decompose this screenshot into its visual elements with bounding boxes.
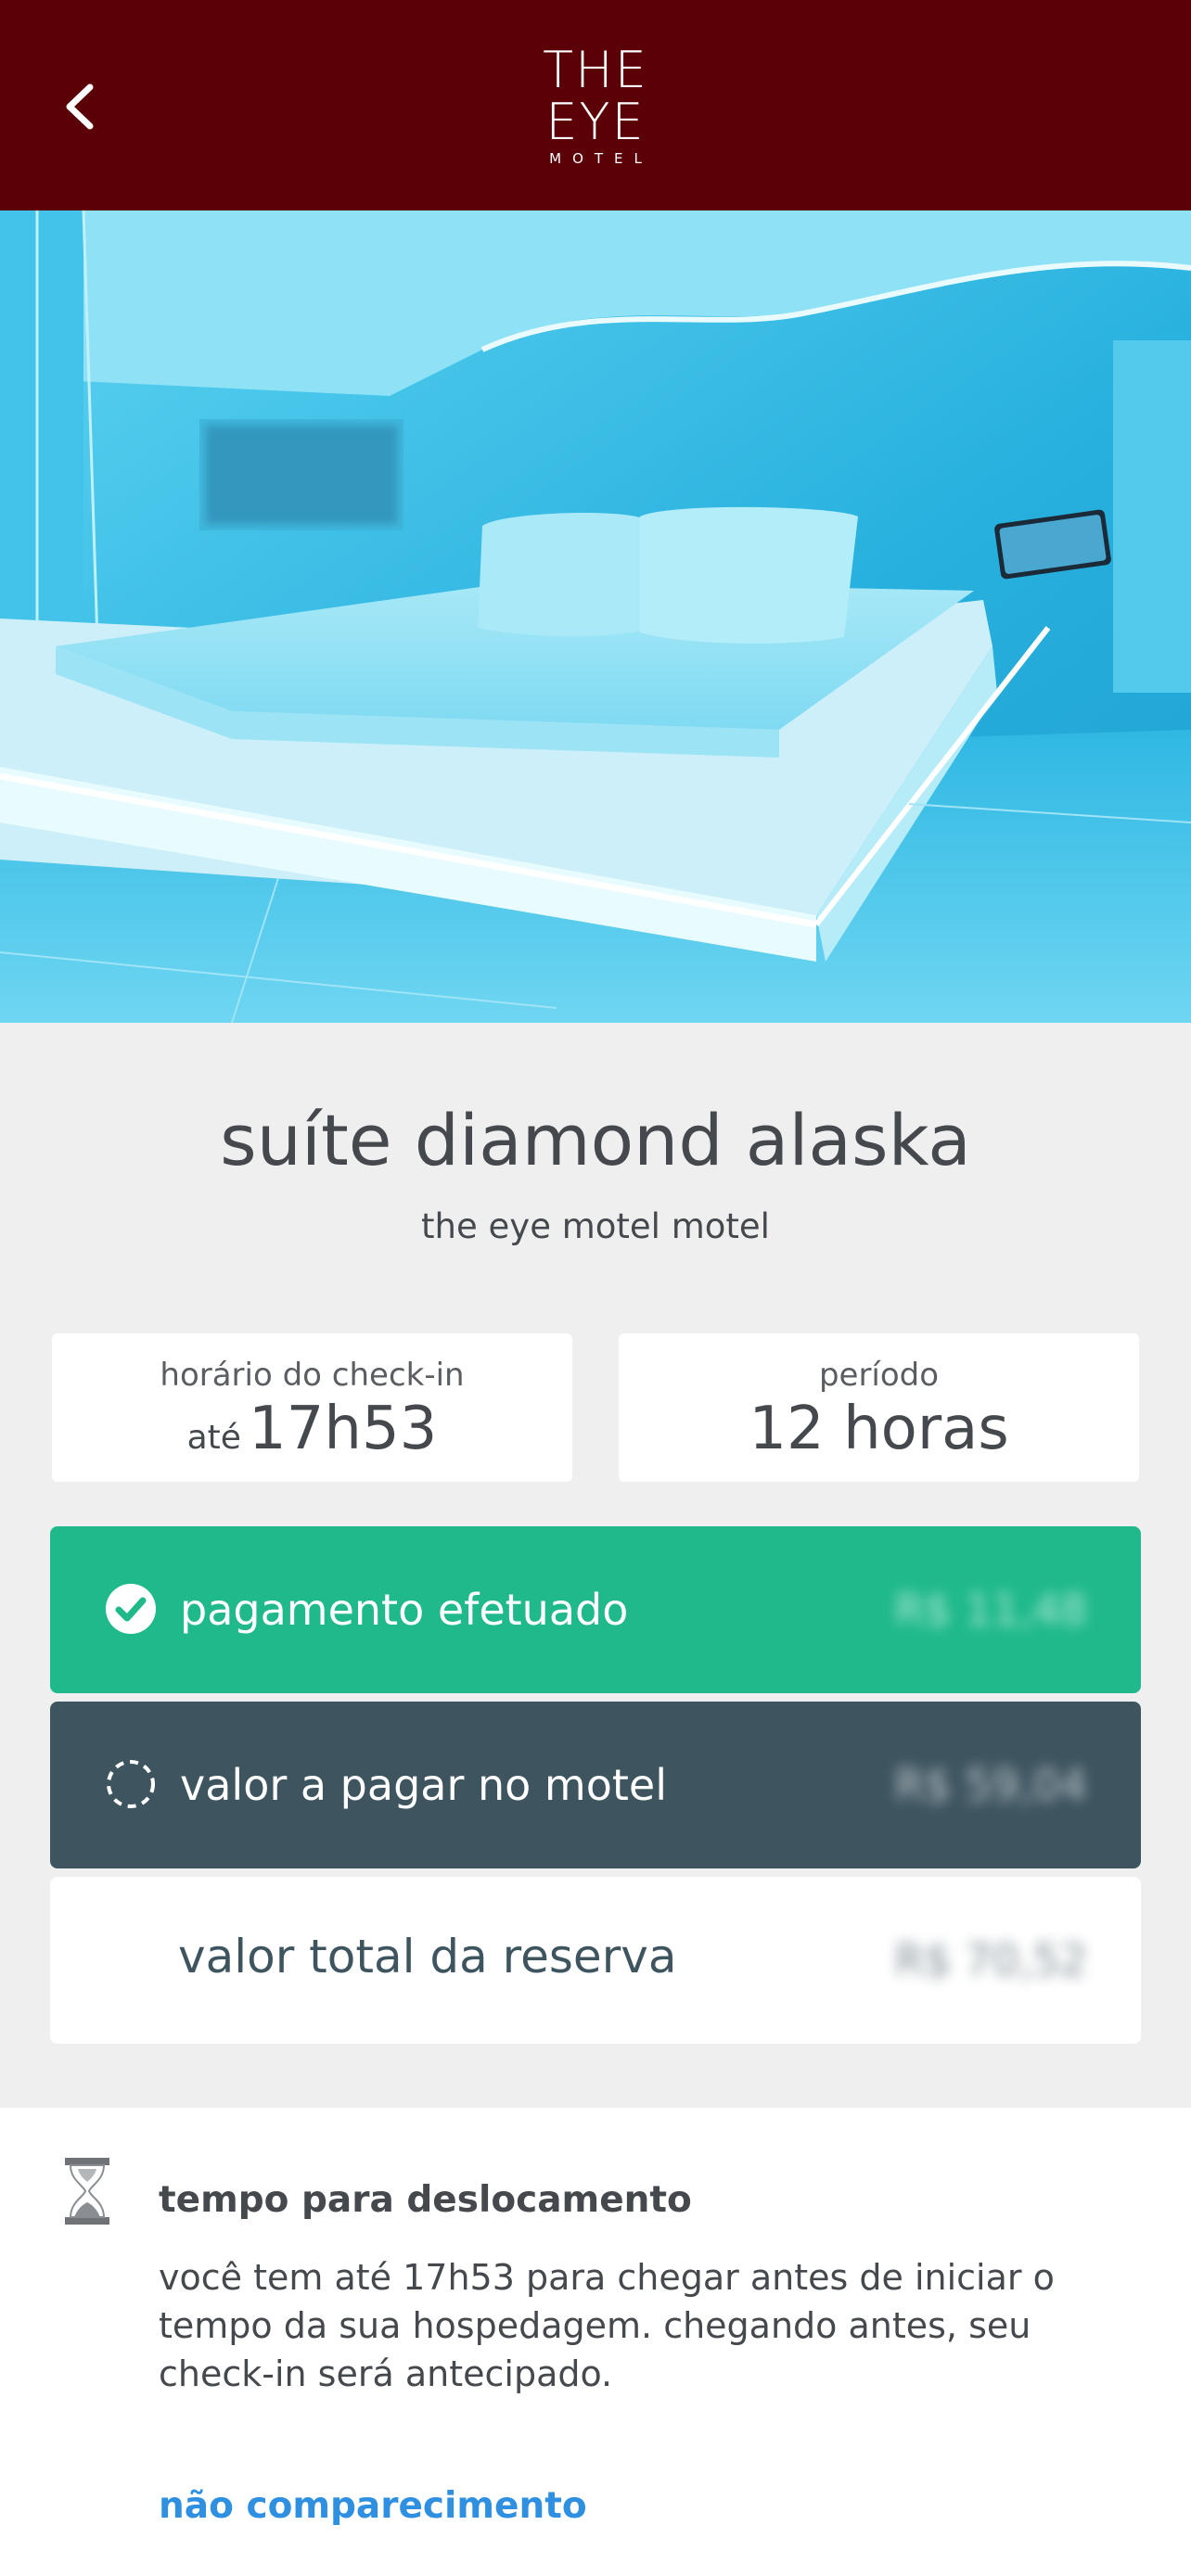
logo-line-2: EYE xyxy=(545,93,646,151)
room-photo-illustration xyxy=(0,210,1191,1023)
total-row: valor total da reserva R$ 70,52 xyxy=(50,1877,1141,2044)
checkin-prefix: até xyxy=(186,1419,241,1457)
travel-title: tempo para deslocamento xyxy=(159,2179,692,2221)
paid-row: pagamento efetuado R$ 11,48 xyxy=(50,1526,1141,1693)
checkin-time: 17h53 xyxy=(248,1395,438,1463)
travel-description: você tem até 17h53 para chegar antes de … xyxy=(159,2257,1055,2394)
dashed-circle-icon xyxy=(107,1760,155,1808)
pending-amount: R$ 59,04 xyxy=(894,1760,1087,1810)
no-show-link[interactable]: não comparecimento xyxy=(159,2485,587,2527)
total-label: valor total da reserva xyxy=(178,1930,677,1983)
check-circle-icon xyxy=(106,1584,156,1634)
room-title: suíte diamond alaska xyxy=(220,1099,971,1181)
total-amount: R$ 70,52 xyxy=(894,1935,1087,1985)
paid-label: pagamento efetuado xyxy=(180,1585,629,1635)
pending-row: valor a pagar no motel R$ 59,04 xyxy=(50,1702,1141,1868)
motel-logo: THE EYE MOTEL xyxy=(519,41,672,168)
pending-label: valor a pagar no motel xyxy=(180,1760,667,1810)
chevron-left-icon xyxy=(66,83,94,130)
logo-subtitle: MOTEL xyxy=(549,150,653,167)
logo-line-1: THE xyxy=(543,41,648,99)
paid-amount: R$ 11,48 xyxy=(894,1585,1087,1635)
room-photo xyxy=(0,210,1191,1023)
checkin-label: horário do check-in xyxy=(160,1357,465,1394)
period-card: período 12 horas xyxy=(619,1333,1139,1482)
period-value: 12 horas xyxy=(749,1395,1009,1463)
checkin-value: até 17h53 xyxy=(52,1395,572,1473)
period-label: período xyxy=(818,1357,940,1394)
back-button[interactable] xyxy=(46,70,111,144)
app-header: THE EYE MOTEL xyxy=(0,0,1191,210)
hourglass-icon xyxy=(65,2158,109,2225)
checkin-time-card: horário do check-in até 17h53 xyxy=(52,1333,572,1482)
motel-name: the eye motel motel xyxy=(421,1206,770,1246)
